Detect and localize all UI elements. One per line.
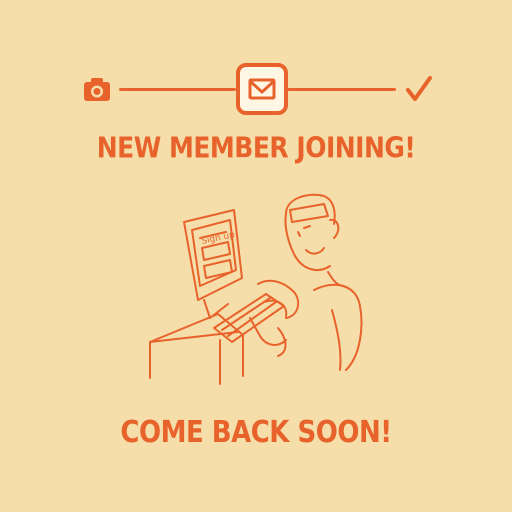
person-at-computer-illustration: Sign up — [149, 193, 363, 385]
envelope-icon — [248, 78, 276, 100]
progress-stepper — [0, 0, 512, 130]
checkmark-icon — [406, 76, 432, 101]
camera-icon — [84, 78, 110, 101]
footer-message: COME BACK SOON! — [120, 415, 392, 451]
current-step-mail — [236, 63, 288, 115]
step-connector-2 — [287, 88, 396, 91]
page-title: NEW MEMBER JOINING! — [96, 130, 416, 165]
step-connector-1 — [119, 88, 236, 91]
